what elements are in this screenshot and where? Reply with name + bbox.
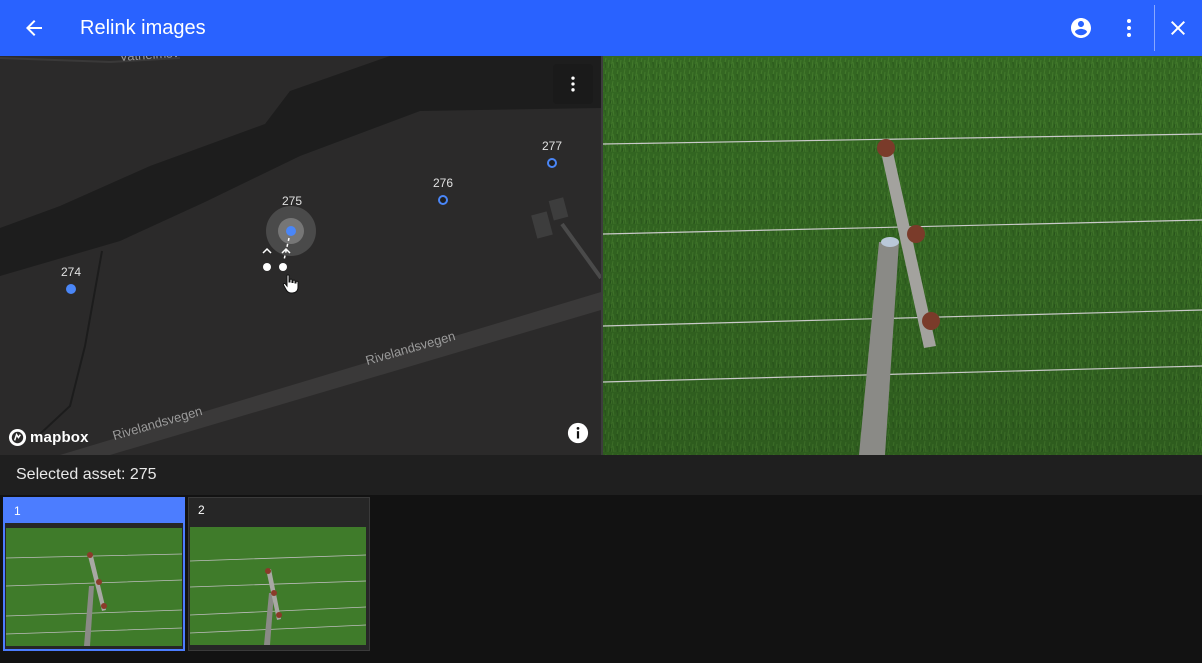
image-point bbox=[263, 263, 271, 271]
more-options-button[interactable] bbox=[1109, 8, 1149, 48]
thumbnail-header: 1 bbox=[5, 499, 183, 523]
close-button[interactable] bbox=[1158, 8, 1198, 48]
thumbnail-image bbox=[6, 528, 182, 646]
marker-277 bbox=[547, 158, 557, 168]
image-preview bbox=[603, 56, 1202, 455]
marker-274 bbox=[66, 284, 76, 294]
info-icon[interactable] bbox=[567, 422, 589, 444]
marker-label: 275 bbox=[282, 194, 303, 208]
marker-label: 277 bbox=[542, 139, 563, 153]
map-canvas[interactable] bbox=[0, 56, 601, 455]
app-bar: Relink images bbox=[0, 0, 1202, 56]
fence-photo bbox=[603, 56, 1202, 455]
chevron-up-icon bbox=[262, 247, 272, 254]
toolbar-divider bbox=[1154, 5, 1155, 51]
minor-road bbox=[560, 222, 601, 280]
map-menu-button[interactable] bbox=[553, 64, 593, 104]
mapbox-logo-icon bbox=[8, 428, 27, 447]
marker-275 bbox=[286, 226, 296, 236]
marker-label: 276 bbox=[433, 176, 454, 190]
close-icon bbox=[1171, 21, 1185, 35]
more-vert-icon bbox=[571, 76, 575, 92]
thumbnail-number: 1 bbox=[14, 504, 21, 518]
back-button[interactable] bbox=[14, 8, 54, 48]
page-title: Relink images bbox=[80, 17, 206, 39]
selected-asset-bar: Selected asset: 275 bbox=[0, 455, 1202, 495]
account-circle-icon bbox=[1071, 18, 1091, 38]
thumbnail-number: 2 bbox=[198, 503, 205, 517]
marker-label: 274 bbox=[61, 265, 82, 279]
arrow-back-icon bbox=[26, 20, 42, 36]
thumbnail-card[interactable]: 2 bbox=[188, 497, 370, 651]
building-shape bbox=[531, 211, 553, 239]
mapbox-logo[interactable]: mapbox bbox=[8, 428, 89, 447]
marker-276 bbox=[438, 195, 448, 205]
selected-asset-text: Selected asset: 275 bbox=[16, 466, 157, 483]
mapbox-logo-text: mapbox bbox=[30, 429, 89, 446]
map-view[interactable]: 274 275 276 277 Vatheimsv Rivelandsvegen… bbox=[0, 56, 601, 455]
account-button[interactable] bbox=[1061, 8, 1101, 48]
thumbnail-image bbox=[190, 527, 366, 645]
thumbnail-header: 2 bbox=[189, 498, 369, 522]
building-shape bbox=[548, 197, 569, 221]
more-vert-icon bbox=[1127, 19, 1131, 37]
thumbnail-card[interactable]: 1 bbox=[3, 497, 185, 651]
image-point bbox=[279, 263, 287, 271]
hand-cursor-icon bbox=[282, 274, 299, 294]
